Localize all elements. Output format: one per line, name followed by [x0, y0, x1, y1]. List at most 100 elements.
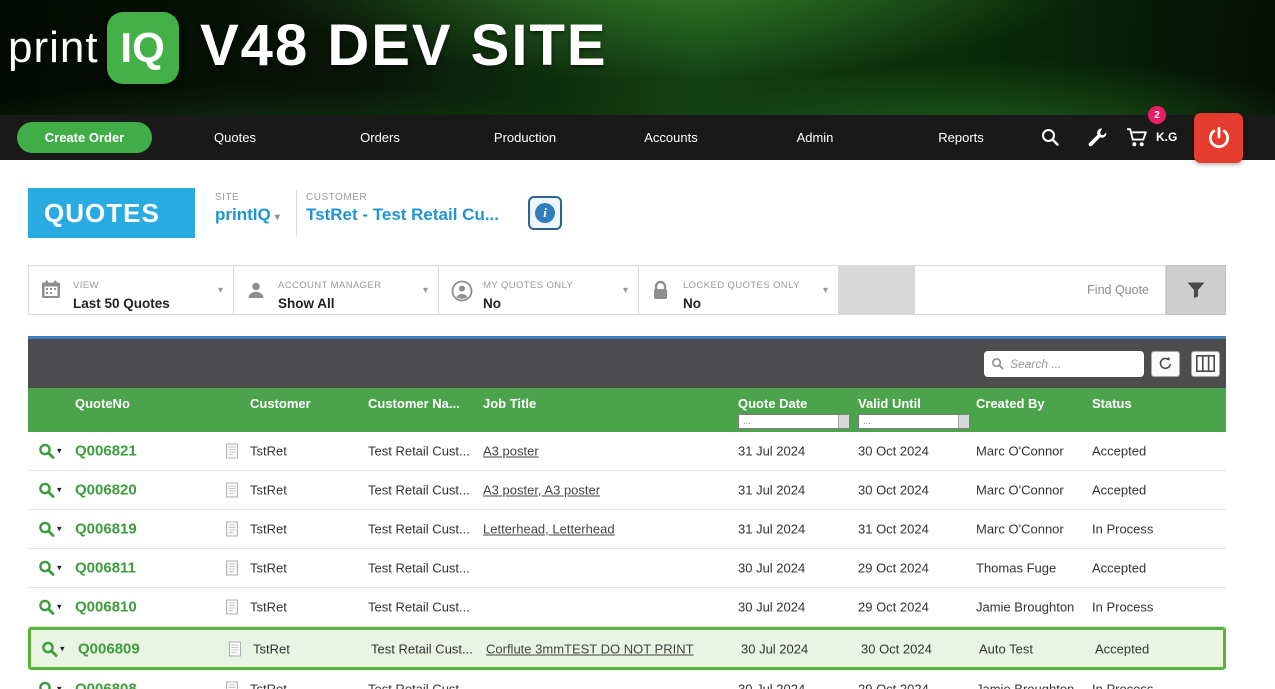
row-zoom-button[interactable]: ▾ [38, 681, 62, 689]
locked-quotes-only-value: No [683, 296, 701, 311]
valid-until-filter-input[interactable]: ... [858, 414, 970, 429]
row-zoom-button[interactable]: ▾ [38, 521, 62, 538]
job-title-link[interactable]: A3 poster [483, 444, 539, 459]
customer-code: TstRet [250, 681, 287, 689]
locked-quotes-only-dropdown[interactable]: LOCKED QUOTES ONLY No ▾ [639, 265, 839, 315]
customer-info-button[interactable]: i [528, 196, 562, 230]
table-row[interactable]: ▾ Q006810 TstRet Test Retail Cust... 30 … [28, 588, 1226, 627]
grid-search-box[interactable] [984, 350, 1144, 377]
quote-number-link[interactable]: Q006808 [75, 681, 137, 689]
search-icon[interactable] [1040, 127, 1060, 152]
grid-header: QuoteNo Customer Customer Na... Job Titl… [28, 388, 1226, 432]
filter-bar: VIEW Last 50 Quotes ▾ ACCOUNT MANAGER Show… [28, 265, 1226, 315]
column-header-customer-name[interactable]: Customer Na... [368, 396, 460, 411]
filter-funnel-button[interactable] [1166, 265, 1226, 315]
column-header-status[interactable]: Status [1092, 396, 1132, 411]
column-header-quote-date[interactable]: Quote Date [738, 396, 807, 411]
customer-doc-icon[interactable] [226, 443, 238, 459]
status: In Process [1092, 599, 1154, 615]
customer-label: CUSTOMER [306, 192, 368, 203]
site-dropdown[interactable]: SITE printIQ ▾ [215, 192, 280, 225]
created-by: Jamie Broughton [976, 599, 1075, 615]
printiq-logo[interactable]: print IQ [8, 12, 179, 84]
customer-value: TstRet - Test Retail Cu... [306, 205, 500, 224]
create-order-button[interactable]: Create Order [17, 122, 152, 153]
customer-doc-icon[interactable] [226, 521, 238, 537]
customer-doc-icon[interactable] [226, 482, 238, 498]
cart-icon[interactable] [1126, 127, 1149, 153]
customer-dropdown[interactable]: CUSTOMER TstRet - Test Retail Cu... [306, 192, 499, 225]
quote-number-link[interactable]: Q006821 [75, 443, 137, 460]
table-row[interactable]: ▾ Q006809 TstRet Test Retail Cust... Cor… [28, 627, 1226, 670]
customer-name: Test Retail Cust... [368, 560, 470, 576]
customer-doc-icon[interactable] [226, 681, 238, 689]
refresh-button[interactable] [1151, 350, 1180, 377]
valid-until: 29 Oct 2024 [858, 681, 929, 689]
quote-number-link[interactable]: Q006810 [75, 599, 137, 616]
nav-item-orders[interactable]: Orders [325, 115, 435, 160]
job-title-link[interactable]: A3 poster, A3 poster [483, 483, 600, 498]
filter-spacer [839, 265, 915, 315]
column-header-job-title[interactable]: Job Title [483, 396, 536, 411]
grid-search-input[interactable] [1010, 356, 1130, 371]
magnifier-icon [39, 443, 55, 459]
valid-until: 30 Oct 2024 [858, 482, 929, 498]
nav-item-accounts[interactable]: Accounts [616, 115, 726, 160]
table-row[interactable]: ▾ Q006820 TstRet Test Retail Cust... A3 … [28, 471, 1226, 510]
valid-until: 29 Oct 2024 [858, 560, 929, 576]
status: Accepted [1092, 443, 1147, 459]
row-zoom-button[interactable]: ▾ [38, 482, 62, 499]
customer-code: TstRet [250, 560, 287, 576]
customer-doc-icon[interactable] [229, 641, 241, 656]
status: In Process [1092, 521, 1154, 537]
info-icon: i [535, 203, 555, 223]
created-by: Marc O'Connor [976, 443, 1064, 459]
find-quote-input[interactable]: Find Quote [915, 265, 1166, 315]
row-zoom-button[interactable]: ▾ [38, 560, 62, 577]
nav-item-quotes[interactable]: Quotes [180, 115, 290, 160]
column-picker-button[interactable] [1191, 350, 1220, 377]
row-zoom-button[interactable]: ▾ [41, 640, 65, 657]
power-icon [1208, 126, 1229, 149]
column-header-created-by[interactable]: Created By [976, 396, 1045, 411]
quote-number-link[interactable]: Q006809 [78, 640, 140, 657]
account-manager-label: ACCOUNT MANAGER [278, 280, 382, 291]
job-title-link[interactable]: Letterhead, Letterhead [483, 522, 615, 537]
column-header-quoteno[interactable]: QuoteNo [75, 396, 130, 411]
table-row[interactable]: ▾ Q006811 TstRet Test Retail Cust... 30 … [28, 549, 1226, 588]
table-row[interactable]: ▾ Q006819 TstRet Test Retail Cust... Let… [28, 510, 1226, 549]
nav-item-reports[interactable]: Reports [906, 115, 1016, 160]
row-zoom-button[interactable]: ▾ [38, 443, 62, 460]
valid-until: 29 Oct 2024 [858, 599, 929, 615]
my-quotes-only-label: MY QUOTES ONLY [483, 280, 574, 291]
tools-wrench-icon[interactable] [1087, 127, 1108, 153]
chevron-down-icon: ▾ [822, 285, 828, 296]
customer-doc-icon[interactable] [226, 599, 238, 615]
quote-date-filter-input[interactable]: ... [738, 414, 850, 429]
table-row[interactable]: ▾ Q006808 TstRet Test Retail Cust... 30 … [28, 670, 1226, 689]
logout-button[interactable] [1194, 113, 1243, 163]
column-header-customer[interactable]: Customer [250, 396, 311, 411]
job-title-link[interactable]: Corflute 3mmTEST DO NOT PRINT [486, 641, 694, 656]
account-manager-dropdown[interactable]: ACCOUNT MANAGER Show All ▾ [234, 265, 439, 315]
quote-number-link[interactable]: Q006820 [75, 482, 137, 499]
cart-badge: 2 [1148, 106, 1166, 124]
view-filter-dropdown[interactable]: VIEW Last 50 Quotes ▾ [28, 265, 234, 315]
customer-name: Test Retail Cust... [368, 681, 470, 689]
nav-item-production[interactable]: Production [470, 115, 580, 160]
quote-date: 30 Jul 2024 [738, 681, 806, 689]
lock-icon [651, 280, 670, 306]
customer-doc-icon[interactable] [226, 560, 238, 576]
column-header-valid-until[interactable]: Valid Until [858, 396, 921, 411]
table-row[interactable]: ▾ Q006821 TstRet Test Retail Cust... A3 … [28, 432, 1226, 471]
valid-until: 31 Oct 2024 [858, 521, 929, 537]
nav-item-admin[interactable]: Admin [760, 115, 870, 160]
site-value: printIQ [215, 205, 271, 224]
quote-number-link[interactable]: Q006819 [75, 521, 137, 538]
quote-number-link[interactable]: Q006811 [75, 560, 136, 577]
magnifier-icon [39, 560, 55, 576]
my-quotes-only-dropdown[interactable]: MY QUOTES ONLY No ▾ [439, 265, 639, 315]
row-zoom-button[interactable]: ▾ [38, 599, 62, 616]
locked-quotes-only-label: LOCKED QUOTES ONLY [683, 280, 800, 291]
person-icon [246, 280, 266, 305]
